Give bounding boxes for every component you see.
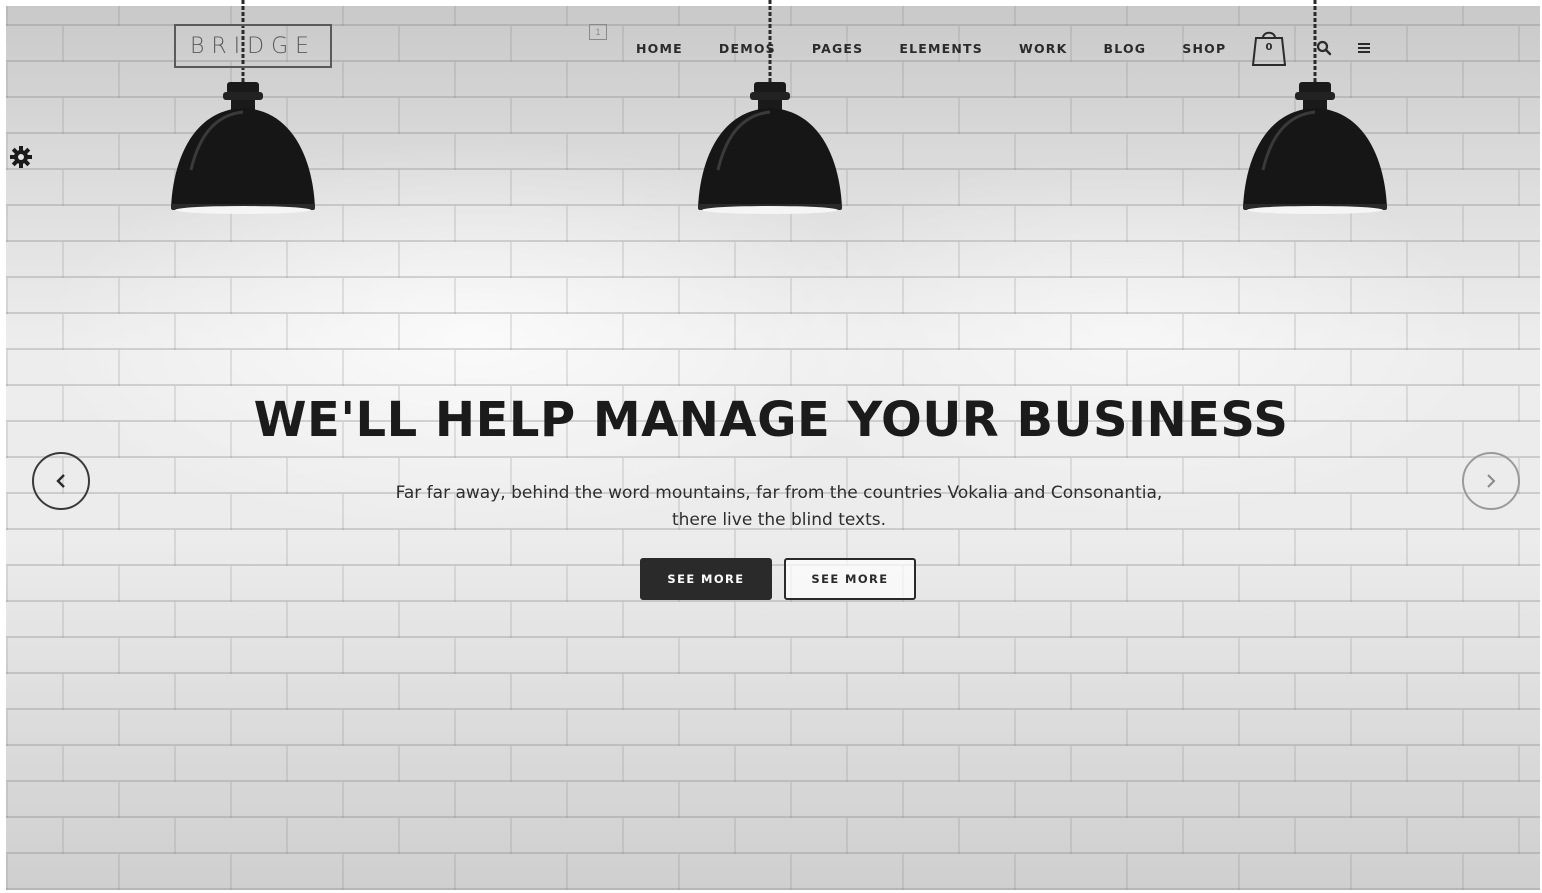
slider-next-button[interactable]: [1462, 452, 1520, 510]
nav-work[interactable]: WORK: [1019, 41, 1068, 56]
side-area-toggle[interactable]: 1: [589, 24, 607, 40]
side-area-toggle-label: 1: [595, 27, 601, 37]
main-navigation: HOME DEMOS PAGES ELEMENTS WORK BLOG SHOP: [636, 38, 1262, 58]
cart-button[interactable]: 0: [1252, 28, 1286, 66]
logo-text: BRIDGE: [189, 33, 317, 59]
hero-title: WE'LL HELP MANAGE YOUR BUSINESS: [253, 392, 1289, 448]
see-more-button-secondary[interactable]: SEE MORE: [784, 558, 916, 600]
pendant-lamp-center: [698, 0, 842, 214]
hero-subtitle: Far far away, behind the word mountains,…: [290, 480, 1268, 534]
chevron-left-icon: [56, 474, 65, 488]
slider-prev-button[interactable]: [32, 452, 90, 510]
hamburger-icon[interactable]: [1356, 40, 1372, 56]
nav-elements[interactable]: ELEMENTS: [899, 41, 983, 56]
nav-shop[interactable]: SHOP: [1182, 41, 1226, 56]
see-more-button-primary[interactable]: SEE MORE: [640, 558, 772, 600]
nav-home[interactable]: HOME: [636, 41, 683, 56]
search-icon[interactable]: [1316, 40, 1332, 56]
nav-pages[interactable]: PAGES: [812, 41, 864, 56]
nav-demos[interactable]: DEMOS: [719, 41, 776, 56]
hero-subtitle-line-2: there live the blind texts.: [671, 510, 887, 530]
site-logo[interactable]: BRIDGE: [174, 24, 332, 68]
gear-icon[interactable]: [8, 144, 34, 170]
cart-count: 0: [1265, 42, 1273, 53]
hero-subtitle-line-1: Far far away, behind the word mountains,…: [395, 483, 1163, 503]
nav-blog[interactable]: BLOG: [1104, 41, 1147, 56]
chevron-right-icon: [1487, 474, 1496, 488]
